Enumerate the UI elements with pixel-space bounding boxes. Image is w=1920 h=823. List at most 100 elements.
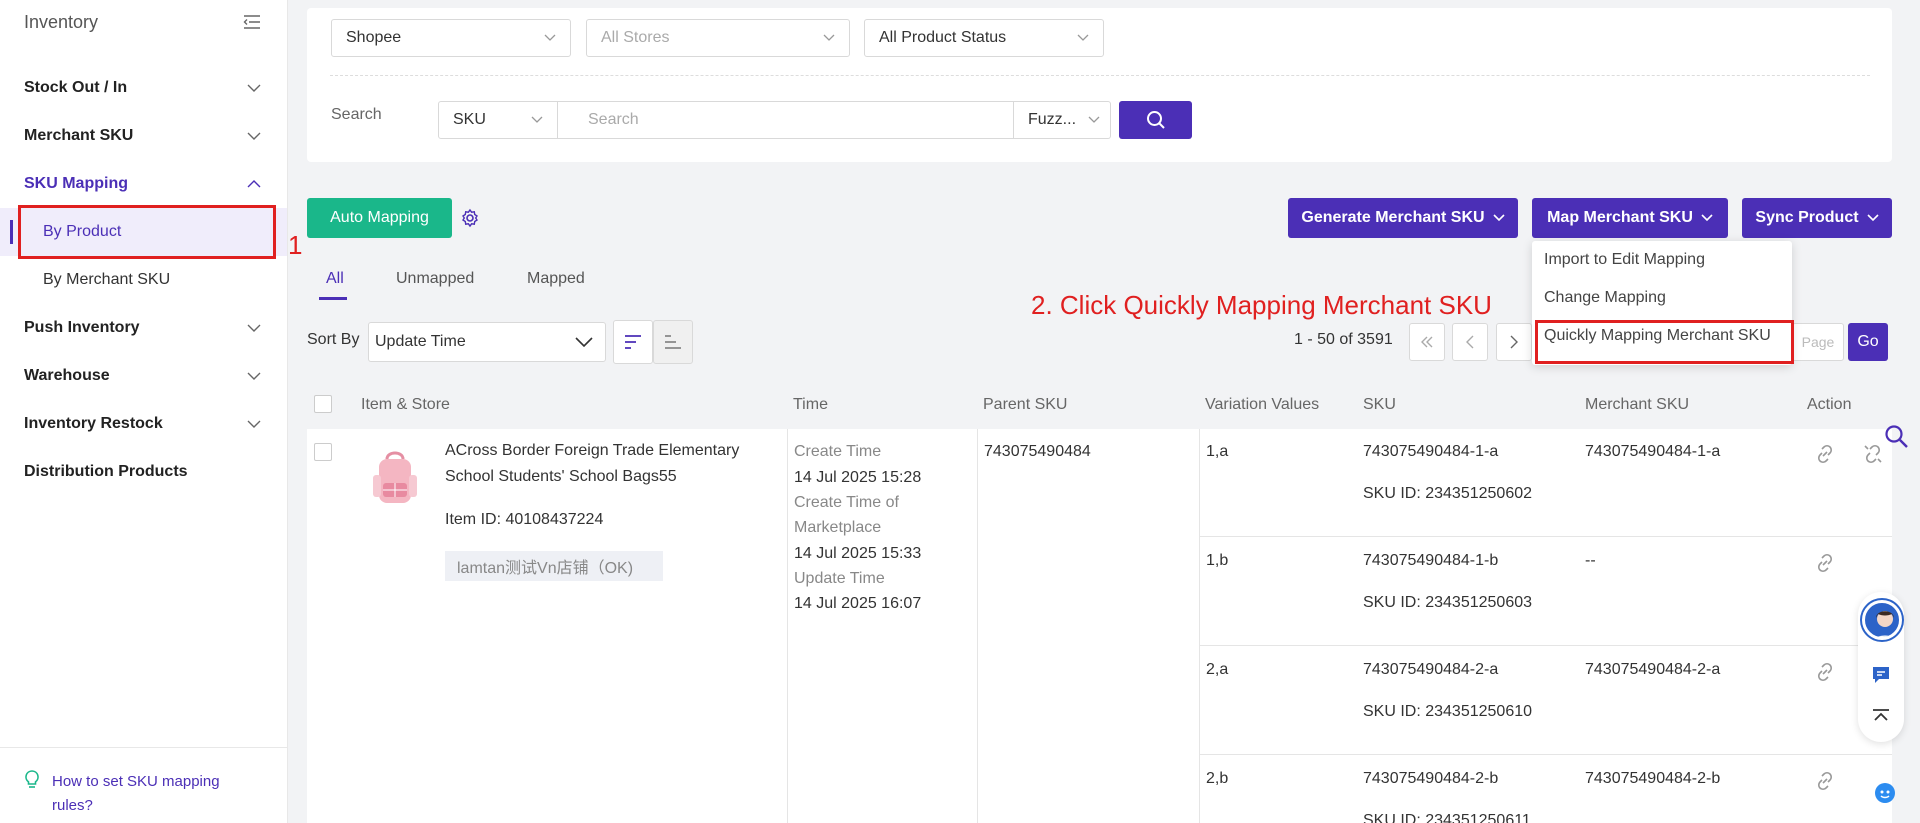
update-time-label: Update Time — [794, 570, 885, 587]
annotation-step-1: 1 — [288, 230, 303, 260]
variation-value: 1,b — [1206, 552, 1229, 569]
tab-mapped[interactable]: Mapped — [527, 270, 585, 288]
search-input[interactable]: Search — [558, 101, 1014, 139]
platform-select[interactable]: Shopee — [331, 19, 571, 57]
match-mode-select[interactable]: Fuzz... — [1014, 101, 1111, 139]
header-sku: SKU — [1363, 396, 1396, 413]
chevron-up-icon — [247, 180, 261, 188]
marketplace-time-label: Marketplace — [794, 519, 882, 536]
sort-desc-button[interactable] — [613, 320, 653, 364]
search-label: Search — [331, 106, 382, 123]
prev-page-button[interactable] — [1452, 323, 1488, 361]
first-page-button[interactable] — [1409, 323, 1445, 361]
tab-unmapped[interactable]: Unmapped — [396, 270, 474, 288]
variation-merchant-sku: 743075490484-2-b — [1585, 770, 1721, 787]
item-id: Item ID: 40108437224 — [445, 511, 604, 528]
product-table: Item & Store Time Parent SKU Variation V… — [307, 383, 1892, 823]
platform-select-value: Shopee — [346, 29, 402, 46]
variation-sku: 743075490484-2-a — [1363, 661, 1499, 678]
next-page-button[interactable] — [1496, 323, 1532, 361]
help-link[interactable]: How to set SKU mapping rules? — [0, 747, 288, 823]
support-avatar[interactable] — [1862, 600, 1902, 640]
map-merchant-sku-button[interactable]: Map Merchant SKU — [1532, 198, 1728, 238]
annotation-step-2: 2. Click Quickly Mapping Merchant SKU — [1031, 290, 1492, 320]
tab-all[interactable]: All — [326, 270, 344, 288]
sort-ascending-icon — [665, 335, 681, 349]
chevron-down-icon — [247, 324, 261, 332]
row-divider — [1200, 754, 1892, 755]
sidebar-item-label: Merchant SKU — [24, 127, 134, 144]
sort-descending-icon — [625, 335, 641, 349]
stores-select-value: All Stores — [601, 29, 670, 46]
lightbulb-icon — [25, 770, 39, 788]
column-divider — [787, 429, 788, 823]
product-title-line-2[interactable]: School Students' School Bags55 — [445, 468, 677, 486]
link-icon[interactable] — [1814, 770, 1836, 792]
sidebar-item-distribution-products[interactable]: Distribution Products — [0, 448, 287, 496]
row-divider — [1200, 645, 1892, 646]
header-parent-sku: Parent SKU — [983, 396, 1068, 413]
header-item-store: Item & Store — [361, 396, 450, 413]
header-time: Time — [793, 396, 828, 413]
menu-item-change-mapping[interactable]: Change Mapping — [1532, 279, 1792, 317]
sidebar-item-warehouse[interactable]: Warehouse — [0, 352, 287, 400]
page-input[interactable]: Page — [1792, 323, 1844, 361]
chevron-down-icon — [1077, 34, 1089, 41]
header-merchant-sku: Merchant SKU — [1585, 396, 1690, 413]
create-time-label: Create Time — [794, 443, 882, 460]
highlight-box — [18, 205, 276, 259]
highlight-box — [1535, 320, 1794, 364]
column-divider — [977, 429, 978, 823]
help-link-text: How to set SKU mapping rules? — [52, 773, 220, 814]
sort-asc-button[interactable] — [653, 320, 693, 364]
sidebar-item-push-inventory[interactable]: Push Inventory — [0, 304, 287, 352]
variation-merchant-sku: -- — [1585, 552, 1596, 569]
match-mode-value: Fuzz... — [1028, 111, 1077, 128]
variation-sku: 743075490484-1-a — [1363, 443, 1499, 460]
store-tag: lamtan测试Vn店铺（OK) — [445, 551, 663, 581]
generate-merchant-sku-button[interactable]: Generate Merchant SKU — [1288, 198, 1518, 238]
auto-mapping-button[interactable]: Auto Mapping — [307, 198, 452, 238]
sidebar-item-inventory-restock[interactable]: Inventory Restock — [0, 400, 287, 448]
gear-icon[interactable] — [460, 208, 480, 228]
table-header: Item & Store Time Parent SKU Variation V… — [307, 383, 1892, 429]
link-icon[interactable] — [1814, 552, 1836, 574]
search-field-value: SKU — [453, 111, 486, 128]
sort-select-value: Update Time — [375, 333, 466, 350]
go-button[interactable]: Go — [1848, 323, 1888, 361]
sync-product-button[interactable]: Sync Product — [1742, 198, 1892, 238]
back-to-top-icon[interactable] — [1871, 708, 1891, 726]
unlink-icon[interactable] — [1862, 443, 1884, 465]
chat-icon[interactable] — [1870, 664, 1892, 686]
sidebar-item-stock-out-in[interactable]: Stock Out / In — [0, 64, 287, 112]
row-checkbox[interactable] — [314, 443, 332, 461]
menu-item-import-to-edit-mapping[interactable]: Import to Edit Mapping — [1532, 241, 1792, 279]
assistant-icon[interactable] — [1874, 782, 1896, 804]
search-field-select[interactable]: SKU — [438, 101, 558, 139]
sort-label: Sort By — [307, 331, 360, 348]
sync-product-label: Sync Product — [1755, 209, 1859, 226]
collapse-menu-icon[interactable] — [243, 15, 261, 29]
chevron-down-icon — [1088, 116, 1100, 123]
parent-sku: 743075490484 — [984, 443, 1091, 460]
variation-value: 1,a — [1206, 443, 1229, 460]
select-all-checkbox[interactable] — [314, 395, 332, 413]
sort-select[interactable]: Update Time — [368, 322, 606, 362]
chevron-down-icon — [531, 116, 543, 123]
chevron-down-icon — [575, 337, 593, 347]
product-title-line-1[interactable]: ACross Border Foreign Trade Elementary — [445, 442, 739, 460]
chevron-right-icon — [1510, 335, 1518, 349]
search-icon[interactable] — [1884, 424, 1910, 450]
link-icon[interactable] — [1814, 661, 1836, 683]
search-button[interactable] — [1119, 101, 1192, 139]
sidebar-item-sku-mapping[interactable]: SKU Mapping — [0, 160, 287, 208]
sidebar-subitem-by-merchant-sku[interactable]: By Merchant SKU — [0, 256, 287, 304]
stores-select[interactable]: All Stores — [586, 19, 850, 57]
marketplace-time: 14 Jul 2025 15:33 — [794, 545, 922, 562]
variation-value: 2,a — [1206, 661, 1229, 678]
link-icon[interactable] — [1814, 443, 1836, 465]
status-select[interactable]: All Product Status — [864, 19, 1104, 57]
sidebar-item-merchant-sku[interactable]: Merchant SKU — [0, 112, 287, 160]
create-time: 14 Jul 2025 15:28 — [794, 469, 922, 486]
search-icon — [1146, 111, 1165, 129]
